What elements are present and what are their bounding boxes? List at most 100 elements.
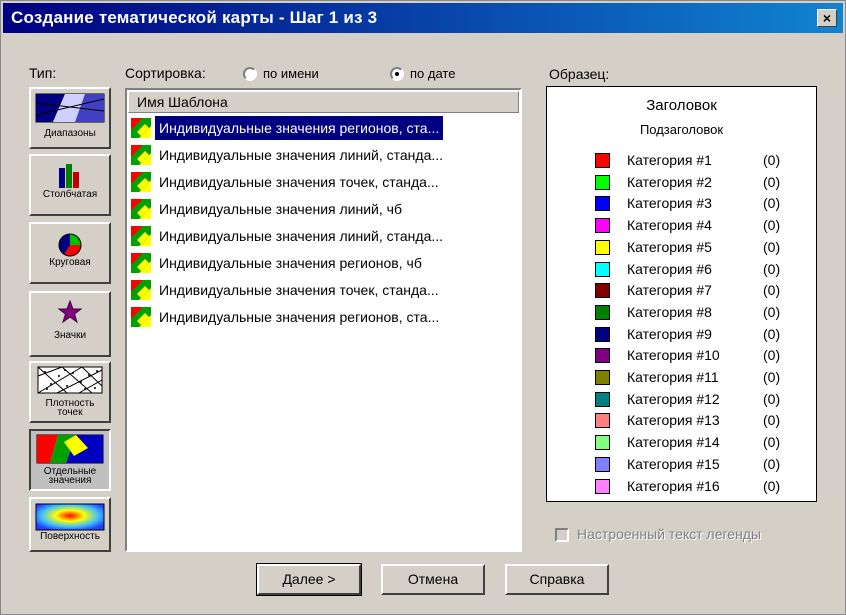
legend-swatch [595, 370, 610, 385]
legend-category-name: Категория #12 [627, 390, 720, 407]
individual-values-template-icon [131, 226, 151, 246]
window-title: Создание тематической карты - Шаг 1 из 3 [11, 8, 378, 27]
list-column-header[interactable]: Имя Шаблона [128, 91, 519, 113]
type-label: Тип: [29, 65, 57, 81]
sort-by-date-radio[interactable] [390, 67, 404, 81]
legend-swatch [595, 174, 610, 190]
individual-values-template-icon [131, 280, 151, 300]
type-button-ranges[interactable]: Диапазоны [29, 87, 111, 149]
type-button-symbols[interactable]: Значки [29, 291, 111, 357]
custom-legend-text-checkbox[interactable] [555, 528, 569, 542]
legend-entry: Категория #3 (0) [547, 194, 818, 216]
legend-entry: Категория #2 (0) [547, 173, 818, 195]
individual-values-template-icon [131, 253, 151, 273]
legend-entry: Категория #7 (0) [547, 281, 818, 303]
list-item-text: Индивидуальные значения линий, чб [159, 201, 402, 217]
legend-category-count: (0) [763, 303, 781, 320]
legend-swatch [595, 478, 610, 494]
list-item[interactable]: Индивидуальные значения точек, станда... [131, 278, 517, 302]
title-bar[interactable]: Создание тематической карты - Шаг 1 из 3… [3, 3, 843, 33]
legend-category-name: Категория #14 [627, 434, 720, 451]
individual-values-template-icon [131, 307, 151, 327]
list-item[interactable]: Индивидуальные значения линий, чб [131, 197, 517, 221]
list-item-text: Индивидуальные значения регионов, ста... [155, 116, 444, 140]
legend-entry: Категория #5 (0) [547, 238, 818, 260]
sort-by-date-label[interactable]: по дате [410, 66, 455, 81]
help-button[interactable]: Справка [505, 564, 609, 595]
type-button-pie[interactable]: Круговая [29, 222, 111, 284]
type-button-surface[interactable]: Поверхность [29, 497, 111, 552]
legend-entry: Категория #15 (0) [547, 455, 818, 477]
type-caption-individual-values: Отдельные значения [31, 467, 109, 486]
list-item[interactable]: Индивидуальные значения регионов, чб [131, 251, 517, 275]
legend-category-name: Категория #9 [627, 325, 712, 342]
star-icon [57, 299, 83, 324]
sort-by-name-label[interactable]: по имени [263, 66, 319, 81]
template-list[interactable]: Имя Шаблона Индивидуальные значения реги… [125, 88, 522, 552]
legend-entry: Категория #13 (0) [547, 411, 818, 433]
type-button-dot-density[interactable]: Плотность точек [29, 361, 111, 423]
legend-category-name: Категория #6 [627, 260, 712, 277]
type-caption-dot-density-line2: точек [57, 407, 83, 418]
list-item[interactable]: Индивидуальные значения регионов, ста... [131, 116, 517, 140]
legend-category-name: Категория #8 [627, 303, 712, 320]
legend-category-count: (0) [763, 260, 781, 277]
list-item-text: Индивидуальные значения регионов, чб [159, 255, 422, 271]
type-button-bar[interactable]: Столбчатая [29, 154, 111, 216]
legend-category-name: Категория #3 [627, 195, 712, 212]
list-item[interactable]: Индивидуальные значения регионов, ста... [131, 305, 517, 329]
legend-swatch [595, 261, 610, 277]
legend-preview: Заголовок Подзаголовок Категория #1 (0) Ка… [546, 86, 817, 502]
list-item-text: Индивидуальные значения точек, станда... [159, 282, 439, 298]
legend-category-count: (0) [763, 173, 781, 190]
legend-entry: Категория #16 (0) [547, 477, 818, 499]
legend-category-count: (0) [763, 455, 781, 472]
legend-category-count: (0) [763, 282, 781, 299]
legend-category-name: Категория #16 [627, 477, 720, 494]
cancel-button-label: Отмена [407, 571, 459, 587]
bar-chart-icon [59, 164, 79, 188]
legend-entry: Категория #14 (0) [547, 433, 818, 455]
legend-category-count: (0) [763, 434, 781, 451]
type-caption-pie: Круговая [49, 257, 91, 268]
legend-entry: Категория #6 (0) [547, 260, 818, 282]
sort-by-name-radio[interactable] [243, 67, 257, 81]
legend-category-name: Категория #13 [627, 412, 720, 429]
legend-category-name: Категория #7 [627, 282, 712, 299]
legend-category-count: (0) [763, 477, 781, 494]
list-item-text: Индивидуальные значения линий, станда... [159, 147, 444, 163]
legend-entry: Категория #1 (0) [547, 151, 818, 173]
cancel-button[interactable]: Отмена [381, 564, 485, 595]
individual-values-template-icon [131, 172, 151, 192]
ranges-icon [35, 93, 105, 123]
legend-category-count: (0) [763, 390, 781, 407]
dot-density-icon [37, 366, 103, 394]
type-button-individual-values[interactable]: Отдельные значения [29, 429, 111, 491]
legend-swatch [595, 435, 610, 451]
legend-swatch [595, 456, 610, 472]
individual-values-template-icon [131, 145, 151, 165]
next-button[interactable]: Далее > [256, 563, 362, 596]
individual-values-template-icon [131, 118, 151, 138]
legend-entry: Категория #10 (0) [547, 346, 818, 368]
list-item[interactable]: Индивидуальные значения точек, станда... [131, 170, 517, 194]
list-item[interactable]: Индивидуальные значения линий, станда... [131, 143, 517, 167]
legend-entry: Категория #8 (0) [547, 303, 818, 325]
legend-entry: Категория #11 (0) [547, 368, 818, 390]
legend-category-name: Категория #4 [627, 217, 712, 234]
legend-swatch [595, 326, 610, 342]
close-icon: × [822, 10, 832, 26]
legend-swatch [595, 283, 610, 299]
close-button[interactable]: × [817, 9, 837, 27]
legend-category-count: (0) [763, 369, 781, 385]
help-button-label: Справка [529, 571, 585, 587]
legend-category-name: Категория #5 [627, 238, 712, 255]
list-item-text: Индивидуальные значения регионов, ста... [159, 309, 440, 325]
legend-title: Заголовок [646, 97, 717, 114]
legend-swatch [595, 304, 610, 320]
list-item[interactable]: Индивидуальные значения линий, станда... [131, 224, 517, 248]
legend-entry: Категория #12 (0) [547, 390, 818, 412]
legend-entry: Категория #9 (0) [547, 325, 818, 347]
sample-label: Образец: [549, 66, 610, 82]
legend-swatch [595, 391, 610, 407]
